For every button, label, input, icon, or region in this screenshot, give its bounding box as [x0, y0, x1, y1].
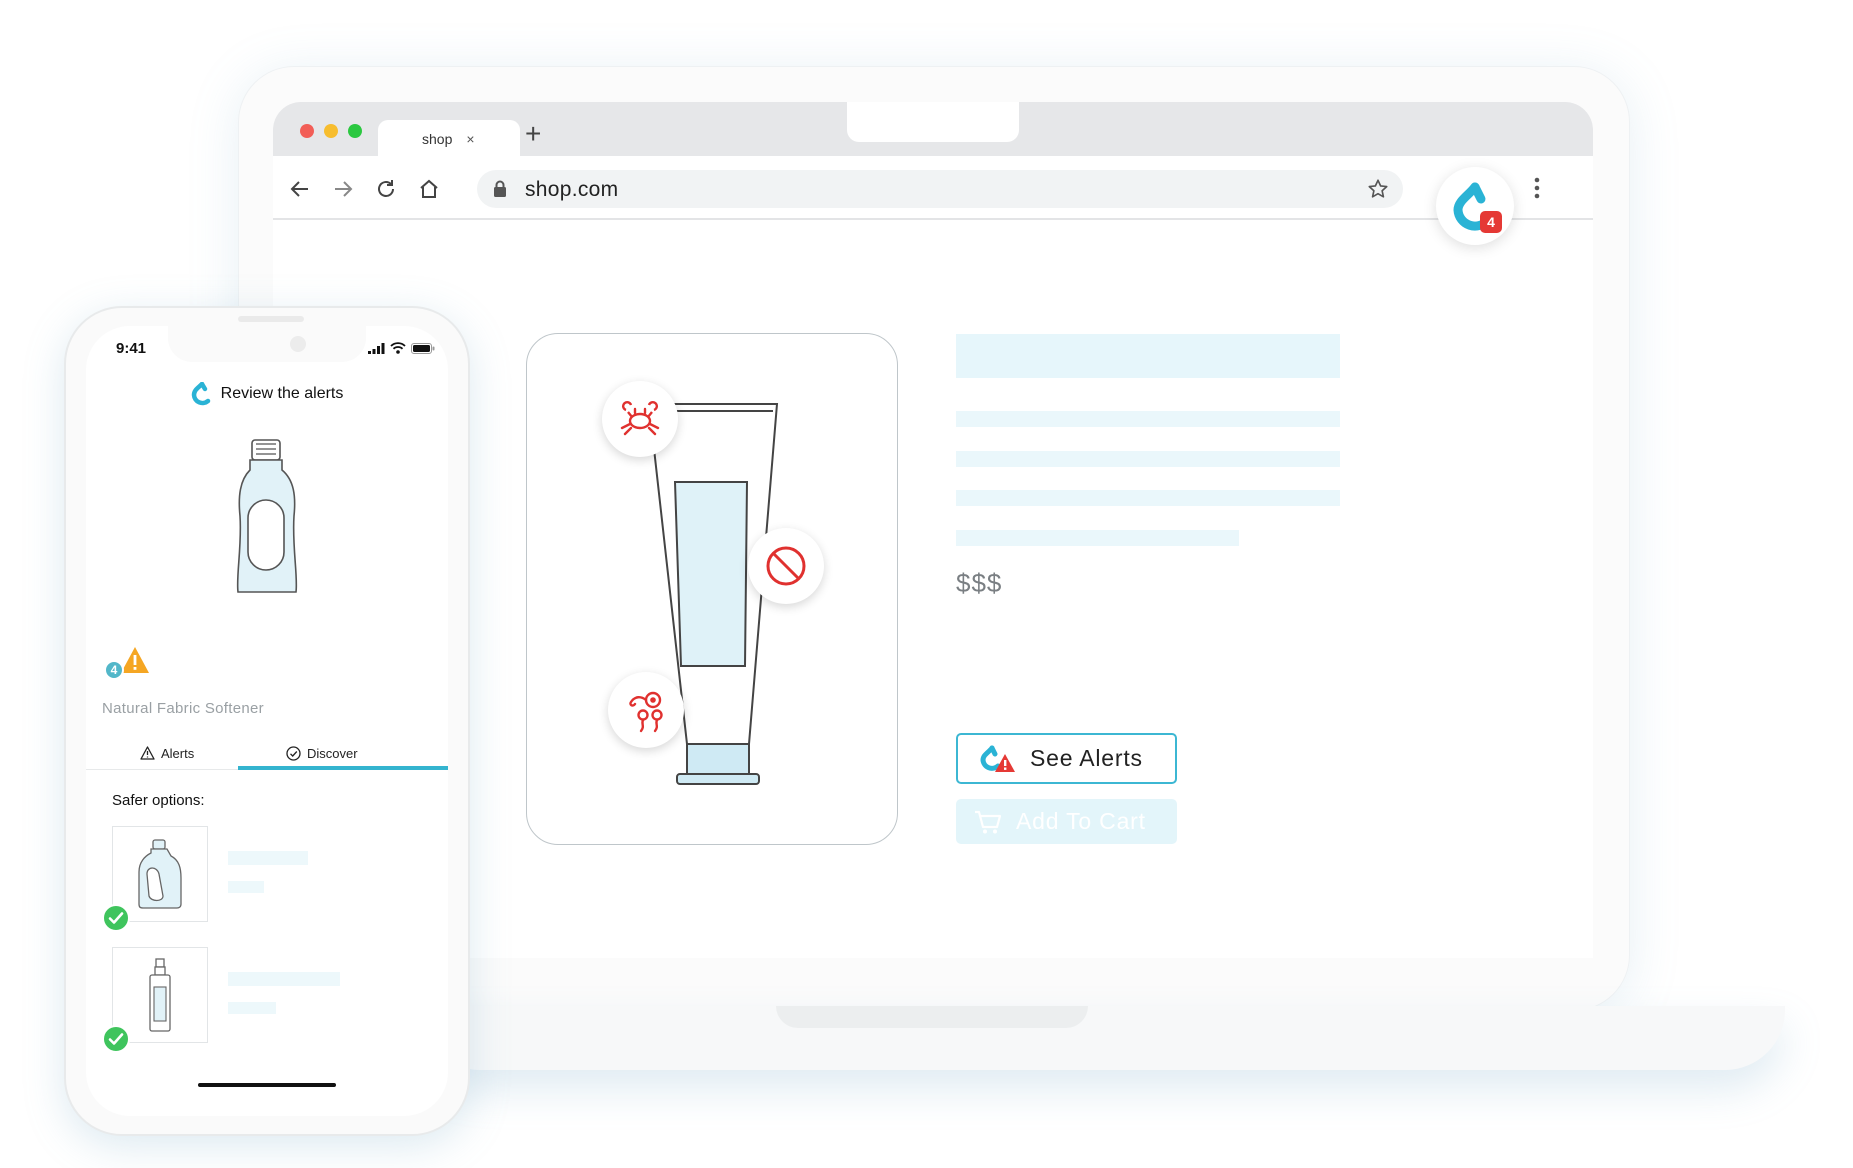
alert-summary[interactable]: 4 [104, 646, 152, 686]
maximize-window-button[interactable] [348, 124, 362, 138]
brand-logo-icon [191, 382, 210, 406]
description-line-placeholder [956, 451, 1340, 467]
address-bar[interactable]: shop.com [477, 170, 1403, 208]
url-text[interactable]: shop.com [525, 178, 618, 202]
description-line-placeholder [956, 530, 1239, 546]
safer-check-icon [102, 1025, 130, 1053]
brand-logo-icon [1453, 182, 1493, 231]
minimize-window-button[interactable] [324, 124, 338, 138]
alert-count-badge: 4 [104, 660, 124, 680]
cart-icon [975, 810, 1002, 833]
tab-bar: shop × + [273, 102, 1593, 158]
new-tab-button[interactable]: + [525, 120, 541, 148]
phone-tab-bar: Alerts Discover [86, 736, 448, 770]
lock-icon [493, 180, 507, 203]
see-alerts-label: See Alerts [1030, 745, 1143, 771]
phone-notch [168, 326, 366, 362]
safer-check-icon [102, 904, 130, 932]
forward-arrow-icon[interactable] [330, 176, 356, 202]
home-icon[interactable] [416, 176, 442, 202]
tab-discover-label: Discover [307, 745, 358, 761]
camera-notch [847, 102, 1019, 142]
detergent-jug-illustration [138, 839, 182, 909]
see-alerts-button[interactable]: See Alerts [956, 733, 1177, 784]
status-time: 9:41 [116, 340, 147, 357]
laptop-base [420, 1006, 1785, 1070]
signal-icon [368, 342, 385, 354]
warning-triangle-icon [121, 647, 149, 673]
phone-header: Review the alerts [86, 382, 448, 406]
phone-screen: 9:41 Review the alerts 4 Natural Fabric … [86, 326, 448, 1116]
option-title-placeholder [228, 972, 340, 986]
more-menu-icon[interactable] [1533, 177, 1541, 204]
brand-alert-icon [980, 745, 1015, 772]
status-icons [368, 342, 435, 354]
fabric-softener-bottle-illustration [236, 439, 298, 593]
product-price: $$$ [956, 568, 1003, 598]
check-circle-icon [286, 745, 301, 761]
tab-alerts[interactable]: Alerts [140, 736, 194, 770]
close-window-button[interactable] [300, 124, 314, 138]
prohibited-alert-icon[interactable] [748, 528, 824, 604]
close-tab-icon[interactable]: × [466, 131, 474, 147]
option-subtitle-placeholder [228, 1002, 276, 1014]
tab-alerts-label: Alerts [161, 745, 195, 761]
warning-outline-icon [140, 746, 155, 760]
back-arrow-icon[interactable] [287, 176, 313, 202]
browser-window: shop × + shop.com 4 $$$ See Alerts Add T… [273, 102, 1593, 958]
tab-discover[interactable]: Discover [286, 736, 358, 770]
phone-speaker [238, 316, 304, 322]
active-tab-indicator [238, 766, 448, 770]
add-to-cart-label: Add To Cart [1016, 808, 1146, 834]
crab-alert-icon[interactable] [602, 381, 678, 457]
phone-frame: 9:41 Review the alerts 4 Natural Fabric … [64, 306, 470, 1136]
bookmark-star-icon[interactable] [1367, 178, 1389, 205]
product-image-card [526, 333, 898, 845]
option-title-placeholder [228, 851, 308, 865]
phone-header-title: Review the alerts [220, 385, 344, 402]
add-to-cart-button[interactable]: Add To Cart [956, 799, 1177, 844]
tab-shop[interactable]: shop × [378, 120, 520, 158]
safer-option-spray[interactable] [112, 947, 208, 1043]
safer-options-heading: Safer options: [112, 792, 205, 809]
product-title-placeholder [956, 334, 1340, 378]
extension-button[interactable]: 4 [1436, 167, 1514, 245]
description-line-placeholder [956, 490, 1340, 506]
extension-alert-badge: 4 [1480, 211, 1502, 233]
description-line-placeholder [956, 411, 1340, 427]
reproductive-alert-icon[interactable] [608, 672, 684, 748]
phone-product-name: Natural Fabric Softener [102, 700, 264, 717]
product-tube-illustration [647, 403, 779, 785]
phone-camera [290, 336, 306, 352]
safer-option-jug[interactable] [112, 826, 208, 922]
browser-toolbar: shop.com 4 [273, 156, 1593, 245]
home-indicator[interactable] [198, 1083, 336, 1087]
reload-icon[interactable] [373, 176, 399, 202]
option-subtitle-placeholder [228, 881, 264, 893]
tab-title: shop [422, 131, 453, 147]
laptop-base-notch [776, 1006, 1088, 1028]
wifi-icon [390, 342, 406, 354]
battery-icon [411, 342, 435, 354]
spray-bottle-illustration [149, 958, 171, 1032]
